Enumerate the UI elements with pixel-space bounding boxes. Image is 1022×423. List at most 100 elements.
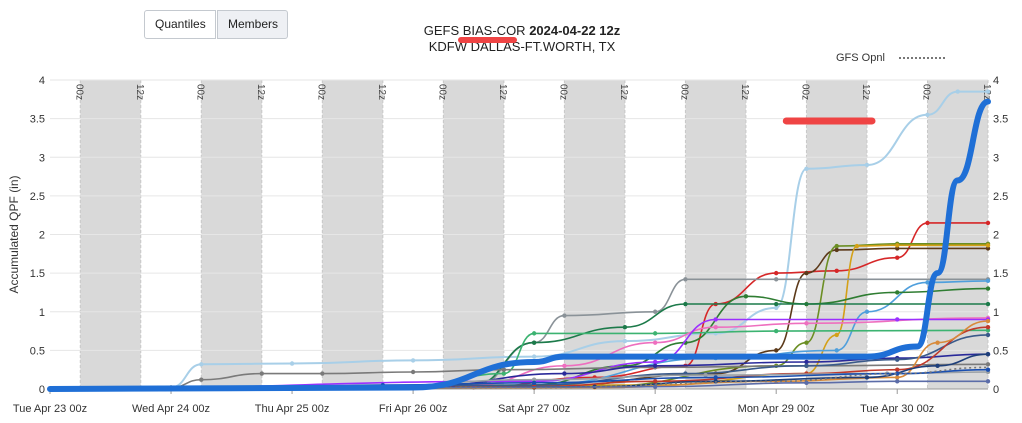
series-point-15-3 <box>804 363 809 369</box>
ytick-left-4: 2 <box>39 230 45 242</box>
ytick-left-0: 0 <box>39 384 45 396</box>
series-point-13-9 <box>985 362 991 367</box>
series-point-16-5 <box>985 325 991 330</box>
series-point-3-5 <box>834 247 839 253</box>
series-point-13-3 <box>259 371 265 376</box>
ytick-left-5: 2.5 <box>30 191 45 203</box>
series-point-0-3 <box>289 361 295 366</box>
series-point-0-11 <box>925 112 930 117</box>
series-point-2-7 <box>895 255 900 260</box>
ytick-right-7: 3.5 <box>993 114 1008 126</box>
series-point-18-3 <box>864 375 870 380</box>
series-point-3-4 <box>804 270 809 276</box>
xtick-label-7: Tue Apr 30 00z <box>860 403 934 415</box>
series-point-12-3 <box>713 317 718 322</box>
series-point-11-2 <box>562 363 567 369</box>
series-point-8-4 <box>743 294 749 299</box>
series-point-4-3 <box>804 340 809 345</box>
series-point-9-4 <box>683 301 688 307</box>
band-label-12z-5: 12z <box>739 84 750 100</box>
series-point-9-6 <box>985 301 991 307</box>
series-point-10-2 <box>501 371 507 376</box>
series-point-15-5 <box>985 332 991 338</box>
series-point-7-3 <box>834 348 839 353</box>
series-point-13-4 <box>320 371 325 376</box>
ytick-left-2: 1 <box>39 307 45 319</box>
band-label-00z-2: 00z <box>315 84 326 100</box>
xtick-label-6: Mon Apr 29 00z <box>738 403 815 415</box>
y-axis-title: Accumulated QPF (in) <box>7 175 21 293</box>
ytick-right-4: 2 <box>993 230 999 242</box>
series-point-8-6 <box>895 290 900 295</box>
band-label-12z-4: 12z <box>618 84 629 100</box>
series-point-18-5 <box>985 352 991 357</box>
xtick-label-5: Sun Apr 28 00z <box>618 403 693 415</box>
band-label-12z-3: 12z <box>497 84 508 100</box>
ytick-left-6: 3 <box>39 152 45 164</box>
ytick-right-0: 0 <box>993 384 999 396</box>
band-label-00z-1: 00z <box>194 84 205 100</box>
series-point-0-12 <box>955 89 960 94</box>
xtick-label-4: Sat Apr 27 00z <box>498 403 570 415</box>
band-label-12z-6: 12z <box>860 84 871 100</box>
series-point-5-5 <box>895 243 900 248</box>
series-point-7-4 <box>864 309 870 314</box>
ytick-right-2: 1 <box>993 307 999 319</box>
series-point-9-2 <box>531 340 537 345</box>
series-point-6-3 <box>562 313 567 318</box>
series-point-5-3 <box>834 332 839 338</box>
band-label-00z-7: 00z <box>920 84 931 100</box>
series-point-8-7 <box>985 286 991 291</box>
series-point-21-3 <box>531 380 537 386</box>
series-point-17-4 <box>935 340 940 345</box>
series-point-11-5 <box>804 321 809 326</box>
series-point-0-9 <box>804 166 809 172</box>
series-point-9-3 <box>622 325 628 330</box>
ytick-left-3: 1.5 <box>30 268 45 280</box>
series-point-0-2 <box>199 362 204 367</box>
series-point-9-5 <box>773 301 779 307</box>
series-point-13-2 <box>199 377 204 382</box>
qpf-chart: 00z 12z 00z 12z 00z 12z 00z 12z 00z 12z 00z 12z 00z 1… <box>7 37 1008 415</box>
series-point-11-4 <box>713 325 718 330</box>
ytick-left-7: 3.5 <box>30 114 45 126</box>
series-point-4-4 <box>834 243 839 249</box>
band-label-12z-1: 12z <box>255 84 266 100</box>
ytick-right-6: 3 <box>993 152 999 164</box>
series-point-0-8 <box>773 305 779 311</box>
series-point-10-3 <box>531 331 537 336</box>
ytick-left-8: 4 <box>39 75 45 87</box>
series-point-2-9 <box>985 220 991 226</box>
xtick-label-1: Wed Apr 24 00z <box>132 403 210 415</box>
band-label-12z-0: 12z <box>134 84 145 100</box>
ytick-left-1: 0.5 <box>30 345 45 357</box>
series-point-13-5 <box>410 369 416 375</box>
series-point-14-4 <box>804 359 809 365</box>
series-point-7-6 <box>985 278 991 284</box>
series-point-17-5 <box>985 318 991 324</box>
band-label-00z-3: 00z <box>436 84 447 100</box>
ytick-right-3: 1.5 <box>993 268 1008 280</box>
series-point-17-3 <box>895 375 900 380</box>
series-point-14-3 <box>652 363 658 369</box>
band-label-00z-0: 00z <box>73 84 84 100</box>
series-point-5-6 <box>985 243 991 248</box>
band-label-00z-5: 00z <box>678 84 689 100</box>
series-point-0-6 <box>622 338 628 344</box>
series-point-21-6 <box>985 367 991 372</box>
xtick-label-3: Fri Apr 26 00z <box>379 403 447 415</box>
series-point-12-4 <box>895 317 900 322</box>
series-point-12-2 <box>652 359 658 365</box>
series-point-18-4 <box>935 363 940 369</box>
series-point-13-6 <box>501 367 507 372</box>
band-label-12z-2: 12z <box>376 84 387 100</box>
series-point-6-5 <box>683 277 688 282</box>
series-point-5-4 <box>854 243 860 249</box>
series-point-0-13 <box>985 89 991 94</box>
series-point-2-5 <box>773 270 779 276</box>
xtick-label-0: Tue Apr 23 00z <box>13 403 87 415</box>
series-point-0-5 <box>531 354 537 359</box>
series-point-6-6 <box>773 277 779 282</box>
xtick-label-2: Thu Apr 25 00z <box>255 403 330 415</box>
series-point-21-4 <box>713 375 718 380</box>
